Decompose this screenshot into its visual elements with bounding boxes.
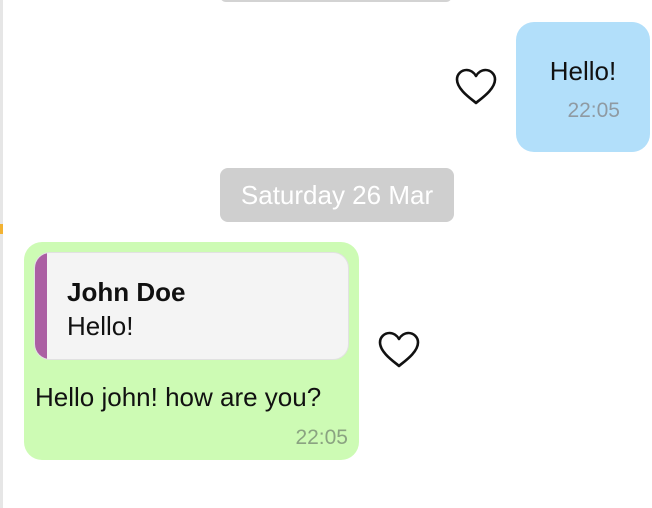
like-heart-icon[interactable] [377,330,421,370]
incoming-message-bubble[interactable]: John Doe Hello! Hello john! how are you?… [24,242,359,460]
reply-accent-bar [35,253,47,359]
reply-author: John Doe [67,277,186,307]
previous-date-divider [220,0,452,2]
outgoing-message-bubble[interactable]: Hello! 22:05 [516,22,650,152]
quoted-reply[interactable]: John Doe Hello! [34,252,349,360]
outgoing-message-time: 22:05 [567,99,620,122]
chat-view: Hello! 22:05 Saturday 26 Mar John Doe He… [0,0,652,508]
scroll-indicator [0,224,3,234]
panel-divider [0,0,3,508]
reply-text: Hello! [67,311,134,341]
like-heart-icon[interactable] [454,67,498,107]
date-divider: Saturday 26 Mar [220,168,454,222]
incoming-message-text: Hello john! how are you? [35,382,322,412]
incoming-message-time: 22:05 [295,426,348,449]
outgoing-message-text: Hello! [549,56,617,86]
